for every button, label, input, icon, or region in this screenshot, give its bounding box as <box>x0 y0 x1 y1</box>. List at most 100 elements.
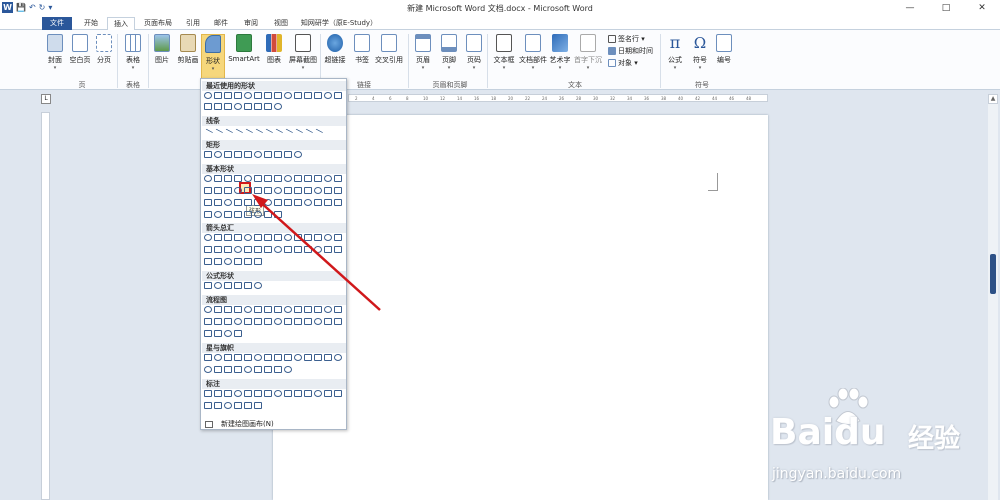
shape-thumbnail[interactable] <box>234 282 242 289</box>
shape-thumbnail[interactable] <box>302 128 314 139</box>
shape-thumbnail[interactable] <box>204 330 212 337</box>
shape-thumbnail[interactable] <box>314 354 322 361</box>
shape-thumbnail[interactable] <box>204 187 212 194</box>
minimize-button[interactable]: — <box>892 0 928 16</box>
symbol-button[interactable]: Ω 符号 ▾ <box>688 34 712 71</box>
shape-thumbnail[interactable] <box>324 234 332 241</box>
shape-thumbnail[interactable] <box>284 390 292 397</box>
shape-thumbnail[interactable] <box>252 128 264 139</box>
tab-page-layout[interactable]: 页面布局 <box>139 17 177 30</box>
formula-button[interactable]: π 公式 ▾ <box>663 34 687 72</box>
shape-thumbnail[interactable] <box>214 103 222 110</box>
number-button[interactable]: 编号 <box>712 34 736 65</box>
vertical-ruler[interactable] <box>41 112 50 500</box>
shape-thumbnail[interactable] <box>244 282 252 289</box>
shape-thumbnail[interactable] <box>204 92 212 99</box>
date-time-button[interactable]: 日期和时间 <box>608 46 653 56</box>
shape-thumbnail[interactable] <box>314 199 322 206</box>
shape-thumbnail[interactable] <box>304 92 312 99</box>
shape-thumbnail[interactable] <box>262 128 274 139</box>
shape-thumbnail[interactable] <box>214 234 222 241</box>
shape-thumbnail[interactable] <box>284 318 292 325</box>
shape-thumbnail[interactable] <box>204 199 212 206</box>
shape-thumbnail[interactable] <box>294 318 302 325</box>
shape-thumbnail[interactable] <box>204 390 212 397</box>
cover-button[interactable]: 封面 ▾ <box>43 34 67 71</box>
shape-thumbnail[interactable] <box>234 402 242 409</box>
shape-thumbnail[interactable] <box>294 151 302 158</box>
shape-thumbnail[interactable] <box>334 306 342 313</box>
shape-thumbnail[interactable] <box>254 282 262 289</box>
shape-thumbnail[interactable] <box>264 92 272 99</box>
shape-thumbnail[interactable] <box>334 199 342 206</box>
scroll-thumb[interactable] <box>990 254 996 294</box>
shape-thumbnail[interactable] <box>244 402 252 409</box>
textbox-button[interactable]: 文本框 ▾ <box>492 34 516 71</box>
shape-thumbnail[interactable] <box>274 199 282 206</box>
shape-thumbnail[interactable] <box>304 246 312 253</box>
document-parts-button[interactable]: 文档部件 ▾ <box>519 34 547 71</box>
tab-selector[interactable]: L <box>41 94 51 104</box>
shape-thumbnail[interactable] <box>314 92 322 99</box>
shape-thumbnail[interactable] <box>314 390 322 397</box>
shape-thumbnail[interactable] <box>214 92 222 99</box>
shape-thumbnail[interactable] <box>334 187 342 194</box>
tab-references[interactable]: 引用 <box>180 17 206 30</box>
shape-thumbnail[interactable] <box>234 258 242 265</box>
shape-thumbnail[interactable] <box>244 151 252 158</box>
shape-thumbnail[interactable] <box>224 187 232 194</box>
shape-thumbnail[interactable] <box>314 187 322 194</box>
shape-thumbnail[interactable] <box>232 128 244 139</box>
shape-thumbnail[interactable] <box>304 175 312 182</box>
shape-thumbnail[interactable] <box>244 246 252 253</box>
shape-thumbnail[interactable] <box>244 306 252 313</box>
page-number-button[interactable]: 页码 ▾ <box>462 34 486 71</box>
shape-thumbnail[interactable] <box>204 366 212 373</box>
shape-thumbnail[interactable] <box>204 354 212 361</box>
shape-thumbnail[interactable] <box>304 187 312 194</box>
shape-thumbnail[interactable] <box>294 187 302 194</box>
shape-thumbnail[interactable] <box>264 318 272 325</box>
shape-thumbnail[interactable] <box>274 246 282 253</box>
shape-thumbnail[interactable] <box>244 258 252 265</box>
shape-thumbnail[interactable] <box>254 390 262 397</box>
shape-thumbnail[interactable] <box>244 211 252 218</box>
shape-thumbnail[interactable] <box>274 390 282 397</box>
shape-thumbnail[interactable] <box>244 199 252 206</box>
shape-thumbnail[interactable] <box>292 128 304 139</box>
shape-thumbnail[interactable] <box>222 128 234 139</box>
shape-thumbnail[interactable] <box>214 390 222 397</box>
shape-thumbnail[interactable] <box>234 103 242 110</box>
shape-thumbnail[interactable] <box>334 234 342 241</box>
shape-thumbnail[interactable] <box>254 199 262 206</box>
shape-thumbnail[interactable] <box>244 175 252 182</box>
shape-thumbnail[interactable] <box>224 234 232 241</box>
shape-thumbnail[interactable] <box>254 234 262 241</box>
shape-thumbnail[interactable] <box>284 306 292 313</box>
shape-thumbnail[interactable] <box>224 92 232 99</box>
shape-thumbnail[interactable] <box>234 318 242 325</box>
tab-home[interactable]: 开始 <box>78 17 104 30</box>
shape-thumbnail[interactable] <box>324 175 332 182</box>
shape-thumbnail[interactable] <box>334 318 342 325</box>
shape-thumbnail[interactable] <box>204 175 212 182</box>
close-button[interactable]: ✕ <box>964 0 1000 16</box>
wordart-button[interactable]: 艺术字 ▾ <box>548 34 572 71</box>
shape-thumbnail[interactable] <box>234 199 242 206</box>
shape-thumbnail[interactable] <box>264 366 272 373</box>
shape-thumbnail[interactable] <box>324 390 332 397</box>
shape-thumbnail[interactable] <box>264 175 272 182</box>
shape-thumbnail[interactable] <box>254 258 262 265</box>
shape-thumbnail[interactable] <box>314 175 322 182</box>
shape-thumbnail[interactable] <box>284 199 292 206</box>
shape-thumbnail[interactable] <box>234 151 242 158</box>
shape-thumbnail[interactable] <box>274 366 282 373</box>
shape-thumbnail[interactable] <box>254 318 262 325</box>
shape-thumbnail[interactable] <box>274 318 282 325</box>
shape-thumbnail[interactable] <box>214 151 222 158</box>
shape-thumbnail[interactable] <box>264 306 272 313</box>
shape-thumbnail[interactable] <box>244 103 252 110</box>
shape-thumbnail[interactable] <box>324 318 332 325</box>
shape-thumbnail[interactable] <box>234 390 242 397</box>
shape-thumbnail[interactable] <box>284 246 292 253</box>
